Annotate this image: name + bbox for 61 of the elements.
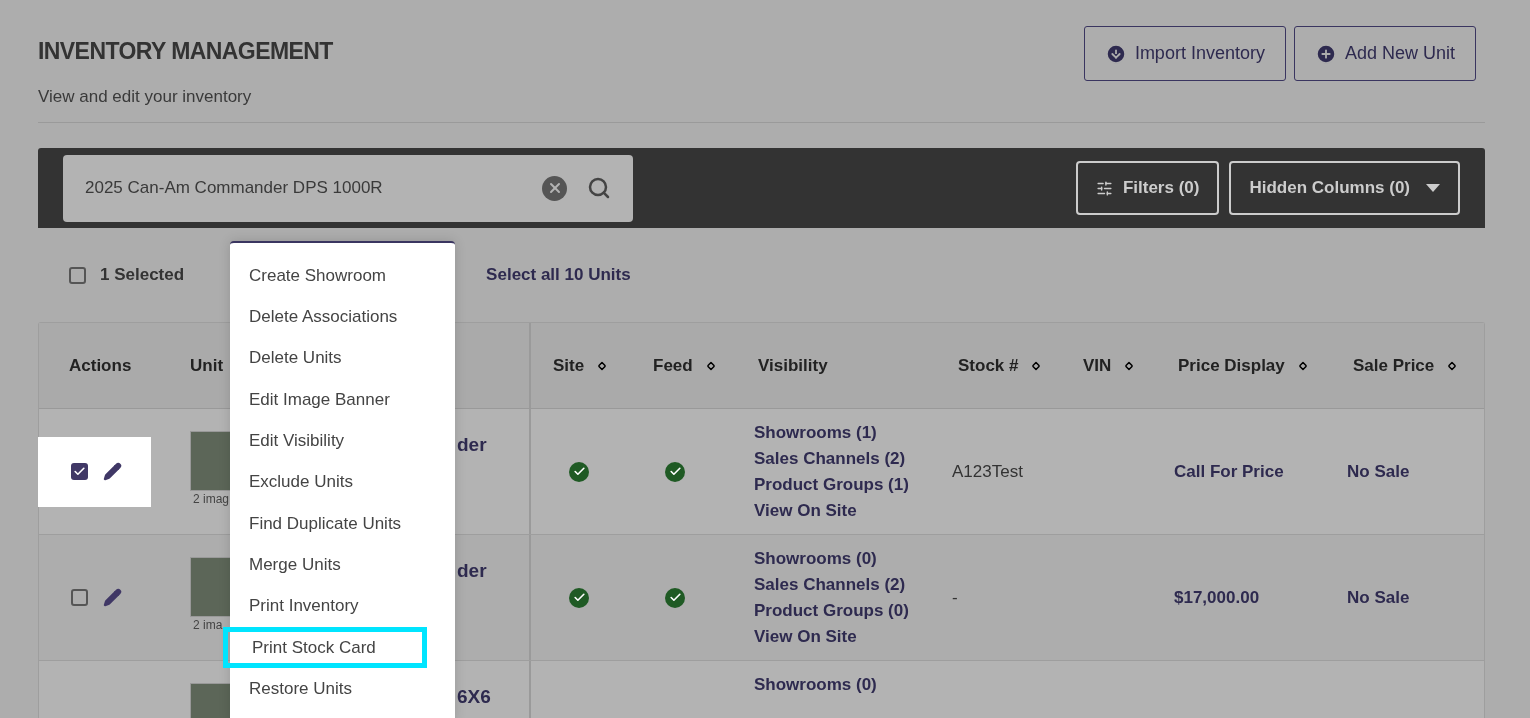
selected-count: 1 Selected xyxy=(100,264,185,287)
stock-number: - xyxy=(952,586,958,609)
visibility-link[interactable]: Showrooms (1) xyxy=(754,420,936,446)
select-all-link[interactable]: Select all 10 Units xyxy=(486,262,631,288)
caret-icon xyxy=(1426,184,1440,192)
visibility-link[interactable]: Sales Channels (2) xyxy=(754,572,936,598)
page-title: INVENTORY MANAGEMENT xyxy=(38,37,333,66)
column-header: Visibility xyxy=(758,354,828,377)
visibility-link[interactable]: View On Site xyxy=(754,624,936,650)
checkmark-icon xyxy=(73,465,86,478)
image-count: 2 imag xyxy=(193,491,230,507)
menu-item[interactable]: Find Duplicate Units xyxy=(230,502,455,545)
page-subtitle: View and edit your inventory xyxy=(38,85,253,108)
edit-icon[interactable] xyxy=(103,462,122,481)
search-field[interactable]: 2025 Can-Am Commander DPS 1000R xyxy=(63,154,633,222)
unit-name-link[interactable]: 6X6 xyxy=(457,683,491,712)
plus-icon xyxy=(1314,42,1337,65)
column-header[interactable]: VIN xyxy=(1083,352,1112,379)
menu-item[interactable]: Merge Units xyxy=(230,544,455,586)
column-header: Actions xyxy=(69,354,132,377)
sliders-icon xyxy=(1095,179,1113,197)
hidden-columns-dropdown[interactable]: Hidden Columns (0) xyxy=(1229,161,1460,215)
column-header[interactable]: Price Display xyxy=(1178,352,1285,379)
column-header[interactable]: Sale Price xyxy=(1353,352,1435,379)
price-display: $17,000.00 xyxy=(1174,586,1260,609)
sale-price: No Sale xyxy=(1347,586,1410,609)
menu-item[interactable]: Exclude Units xyxy=(230,461,455,503)
unit-name-link[interactable]: der xyxy=(457,431,487,460)
column-header[interactable]: Feed xyxy=(653,352,693,379)
checkbox[interactable] xyxy=(71,589,88,606)
filters-button[interactable]: Filters (0) xyxy=(1075,161,1220,215)
visibility-link[interactable]: Product Groups (0) xyxy=(754,598,936,624)
price-display: Call For Price xyxy=(1174,460,1284,483)
visibility-link[interactable]: View On Site xyxy=(754,498,936,524)
image-count: 2 ima xyxy=(193,617,223,633)
menu-item[interactable]: Print Stock Card xyxy=(223,626,427,668)
visibility-link[interactable]: Sales Channels (2) xyxy=(754,446,936,472)
menu-item[interactable]: Create Showroom xyxy=(230,255,455,297)
unit-name-link[interactable]: der xyxy=(457,557,487,586)
visibility-link[interactable]: Product Groups (1) xyxy=(754,472,936,498)
stock-number: A123Test xyxy=(952,460,1023,483)
menu-item[interactable]: Delete Units xyxy=(230,337,455,379)
checkbox[interactable] xyxy=(71,463,88,480)
menu-item[interactable]: Edit Image Banner xyxy=(230,378,455,421)
import-button[interactable]: Import Inventory xyxy=(1083,26,1286,81)
clear-icon[interactable] xyxy=(542,175,567,201)
menu-item[interactable]: Restore Units xyxy=(230,667,455,710)
visibility-link[interactable]: Showrooms (0) xyxy=(754,672,936,698)
menu-item[interactable]: Edit Visibility xyxy=(230,420,455,462)
edit-icon[interactable] xyxy=(103,588,122,607)
column-header[interactable]: Stock # xyxy=(958,352,1019,379)
add-button[interactable]: Add New Unit xyxy=(1293,26,1476,81)
menu-item[interactable]: Print Inventory xyxy=(230,585,455,627)
column-header: Unit xyxy=(190,354,224,377)
checkbox[interactable] xyxy=(69,266,86,284)
column-header[interactable]: Site xyxy=(553,352,585,379)
visibility-link[interactable]: Showrooms (0) xyxy=(754,546,936,572)
search-icon[interactable] xyxy=(587,176,611,200)
download-icon xyxy=(1104,42,1127,65)
menu-item[interactable]: Delete Associations xyxy=(230,296,455,338)
sale-price: No Sale xyxy=(1347,460,1410,483)
